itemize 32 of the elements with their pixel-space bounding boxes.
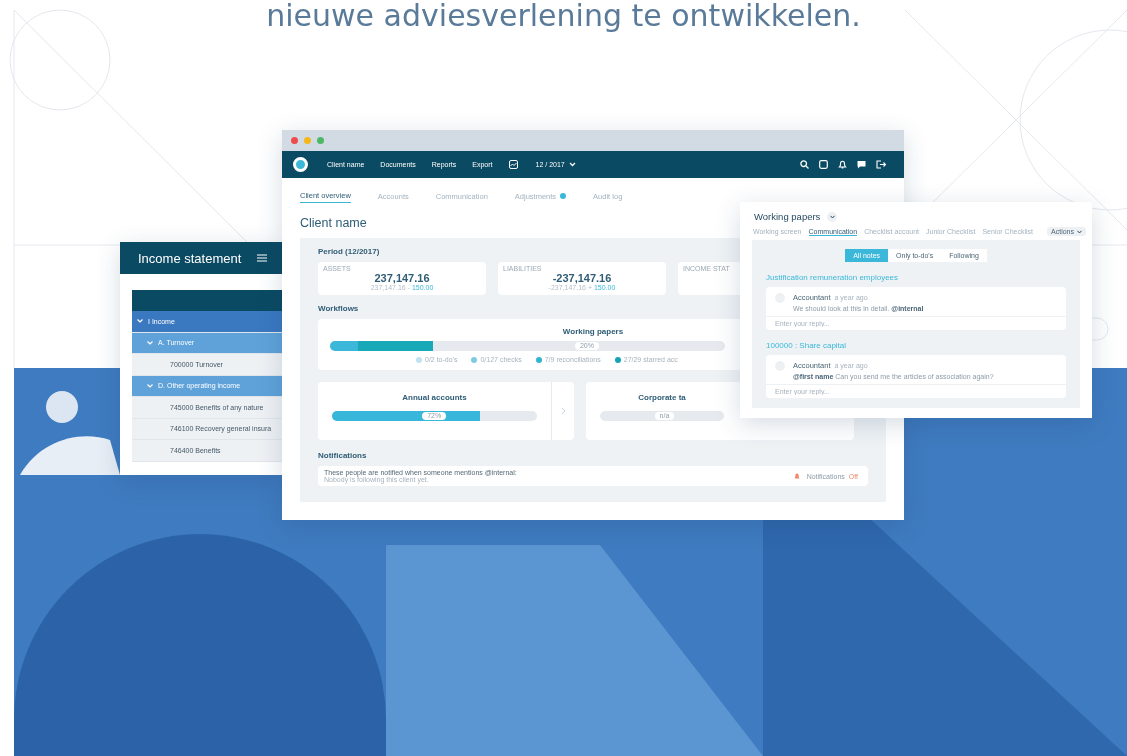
bell-icon — [793, 472, 800, 480]
chevron-icon[interactable] — [137, 319, 143, 324]
chevron-icon[interactable] — [147, 340, 153, 345]
logout-icon[interactable] — [876, 160, 886, 169]
card-title: Working papers — [562, 327, 624, 336]
menu-icon[interactable] — [257, 254, 268, 262]
stat-value: -237,147.16 — [552, 272, 612, 284]
thread-heading: 100000 : Share capital — [766, 341, 847, 350]
bell-icon[interactable] — [838, 160, 847, 169]
section-heading: Period (12/2017) — [318, 247, 380, 256]
chart-icon[interactable] — [508, 160, 518, 169]
chevron-icon[interactable] — [147, 383, 153, 388]
circle-decoration — [46, 391, 78, 423]
close-icon[interactable] — [291, 137, 298, 144]
page-title: Client name — [300, 216, 367, 230]
section-heading: Workflows — [318, 304, 359, 313]
thread-heading: Justification remuneration employees — [766, 273, 899, 282]
caret-icon[interactable] — [568, 162, 576, 167]
dropdown-button[interactable] — [827, 211, 838, 222]
square-icon[interactable] — [819, 160, 828, 169]
stat-value: 237,147.16 — [374, 272, 430, 284]
window-title: Working papers — [754, 211, 821, 222]
window-title: Income statement — [138, 250, 242, 266]
card-title: Corporate ta — [638, 393, 686, 402]
card-title: Annual accounts — [402, 393, 467, 402]
page-heading: nieuwe adviesverlening te ontwikkelen. — [266, 0, 861, 33]
caret-icon — [829, 214, 835, 219]
caret-icon — [1077, 229, 1082, 234]
section-heading: Notifications — [318, 451, 367, 460]
search-icon[interactable] — [800, 160, 809, 169]
logo-icon[interactable] — [293, 157, 308, 172]
chat-icon[interactable] — [857, 160, 866, 169]
